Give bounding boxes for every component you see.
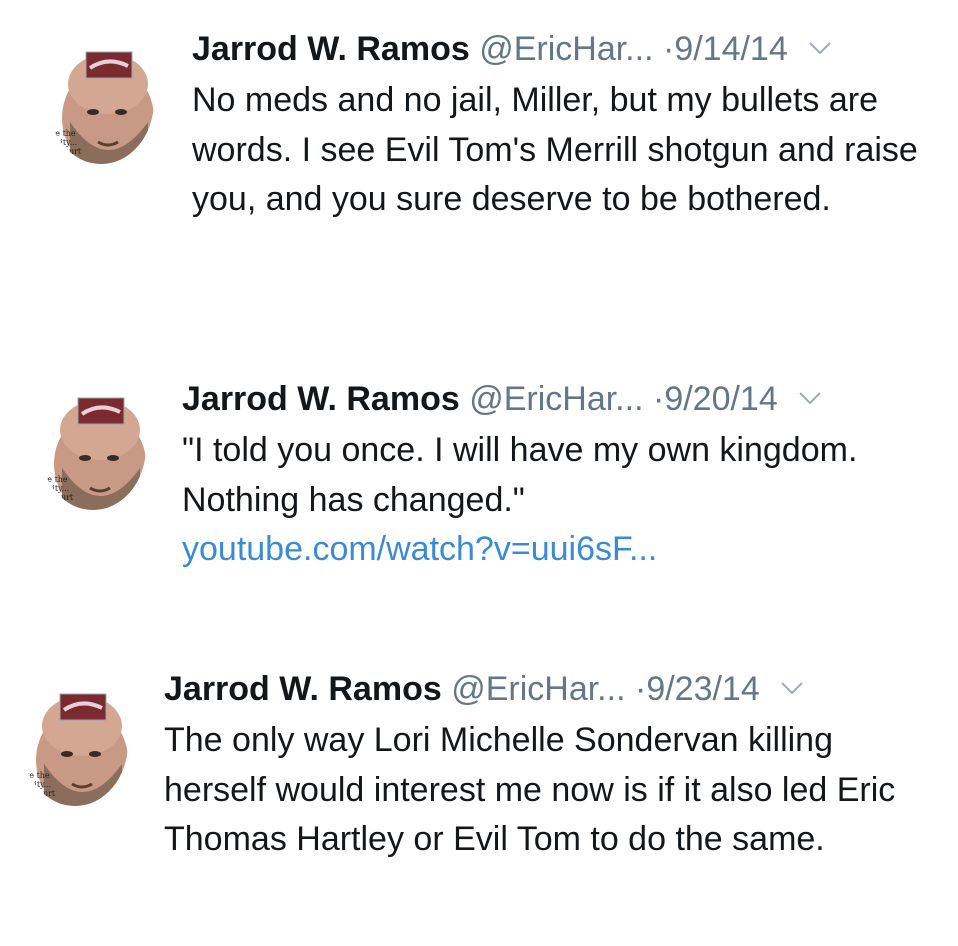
avatar[interactable]: ave the unity... Court [22,680,128,806]
svg-text:ave the: ave the [22,771,50,780]
svg-text:Court: Court [58,147,82,156]
tweet-body: Jarrod W. Ramos @EricHar... ·9/20/14 "I … [182,380,932,575]
author-handle[interactable]: @EricHar... [469,380,643,418]
svg-text:unity...: unity... [42,484,69,493]
chevron-down-icon[interactable] [797,390,823,406]
tweet-header: Jarrod W. Ramos @EricHar... ·9/14/14 [192,30,932,70]
svg-text:ave the: ave the [40,475,68,484]
svg-text:unity...: unity... [24,780,51,789]
avatar[interactable]: ave the unity... Court [40,384,146,510]
svg-text:ave the: ave the [48,129,76,138]
tweet-date[interactable]: 9/23/14 [646,670,759,708]
avatar[interactable]: ave the unity... Court [48,38,154,164]
svg-text:Court: Court [50,493,74,502]
tweet-text: No meds and no jail, Miller, but my bull… [192,81,918,218]
author-name[interactable]: Jarrod W. Ramos [192,30,470,68]
tweet: ave the unity... Court Jarrod W. Ramos @… [0,0,958,300]
author-handle[interactable]: @EricHar... [451,670,625,708]
chevron-down-icon[interactable] [779,680,805,696]
author-name[interactable]: Jarrod W. Ramos [182,380,460,418]
tweet-header: Jarrod W. Ramos @EricHar... ·9/20/14 [182,380,932,420]
tweet-text: "I told you once. I will have my own kin… [182,426,932,575]
tweet-text-content: "I told you once. I will have my own kin… [182,431,858,519]
author-handle[interactable]: @EricHar... [479,30,653,68]
tweet-link[interactable]: youtube.com/watch?v=uui6sF... [182,525,932,575]
avatar-photo: ave the unity... Court [22,680,128,806]
avatar-photo: ave the unity... Court [48,38,154,164]
svg-text:unity...: unity... [50,138,77,147]
author-name[interactable]: Jarrod W. Ramos [164,670,442,708]
separator-dot: · [634,670,647,708]
tweet-date[interactable]: 9/14/14 [674,30,787,68]
separator-dot: · [662,30,675,68]
chevron-down-icon[interactable] [807,40,833,56]
tweet-date[interactable]: 9/20/14 [664,380,777,418]
tweet-body: Jarrod W. Ramos @EricHar... ·9/23/14 The… [164,670,934,865]
tweet-text: The only way Lori Michelle Sondervan kil… [164,721,896,858]
svg-text:Court: Court [32,789,56,798]
tweet-header: Jarrod W. Ramos @EricHar... ·9/23/14 [164,670,934,710]
tweet-body: Jarrod W. Ramos @EricHar... ·9/14/14 No … [192,30,932,225]
avatar-photo: ave the unity... Court [40,384,146,510]
separator-dot: · [652,380,665,418]
tweet: ave the unity... Court Jarrod W. Ramos @… [0,330,958,630]
tweet: ave the unity... Court Jarrod W. Ramos @… [0,640,958,946]
